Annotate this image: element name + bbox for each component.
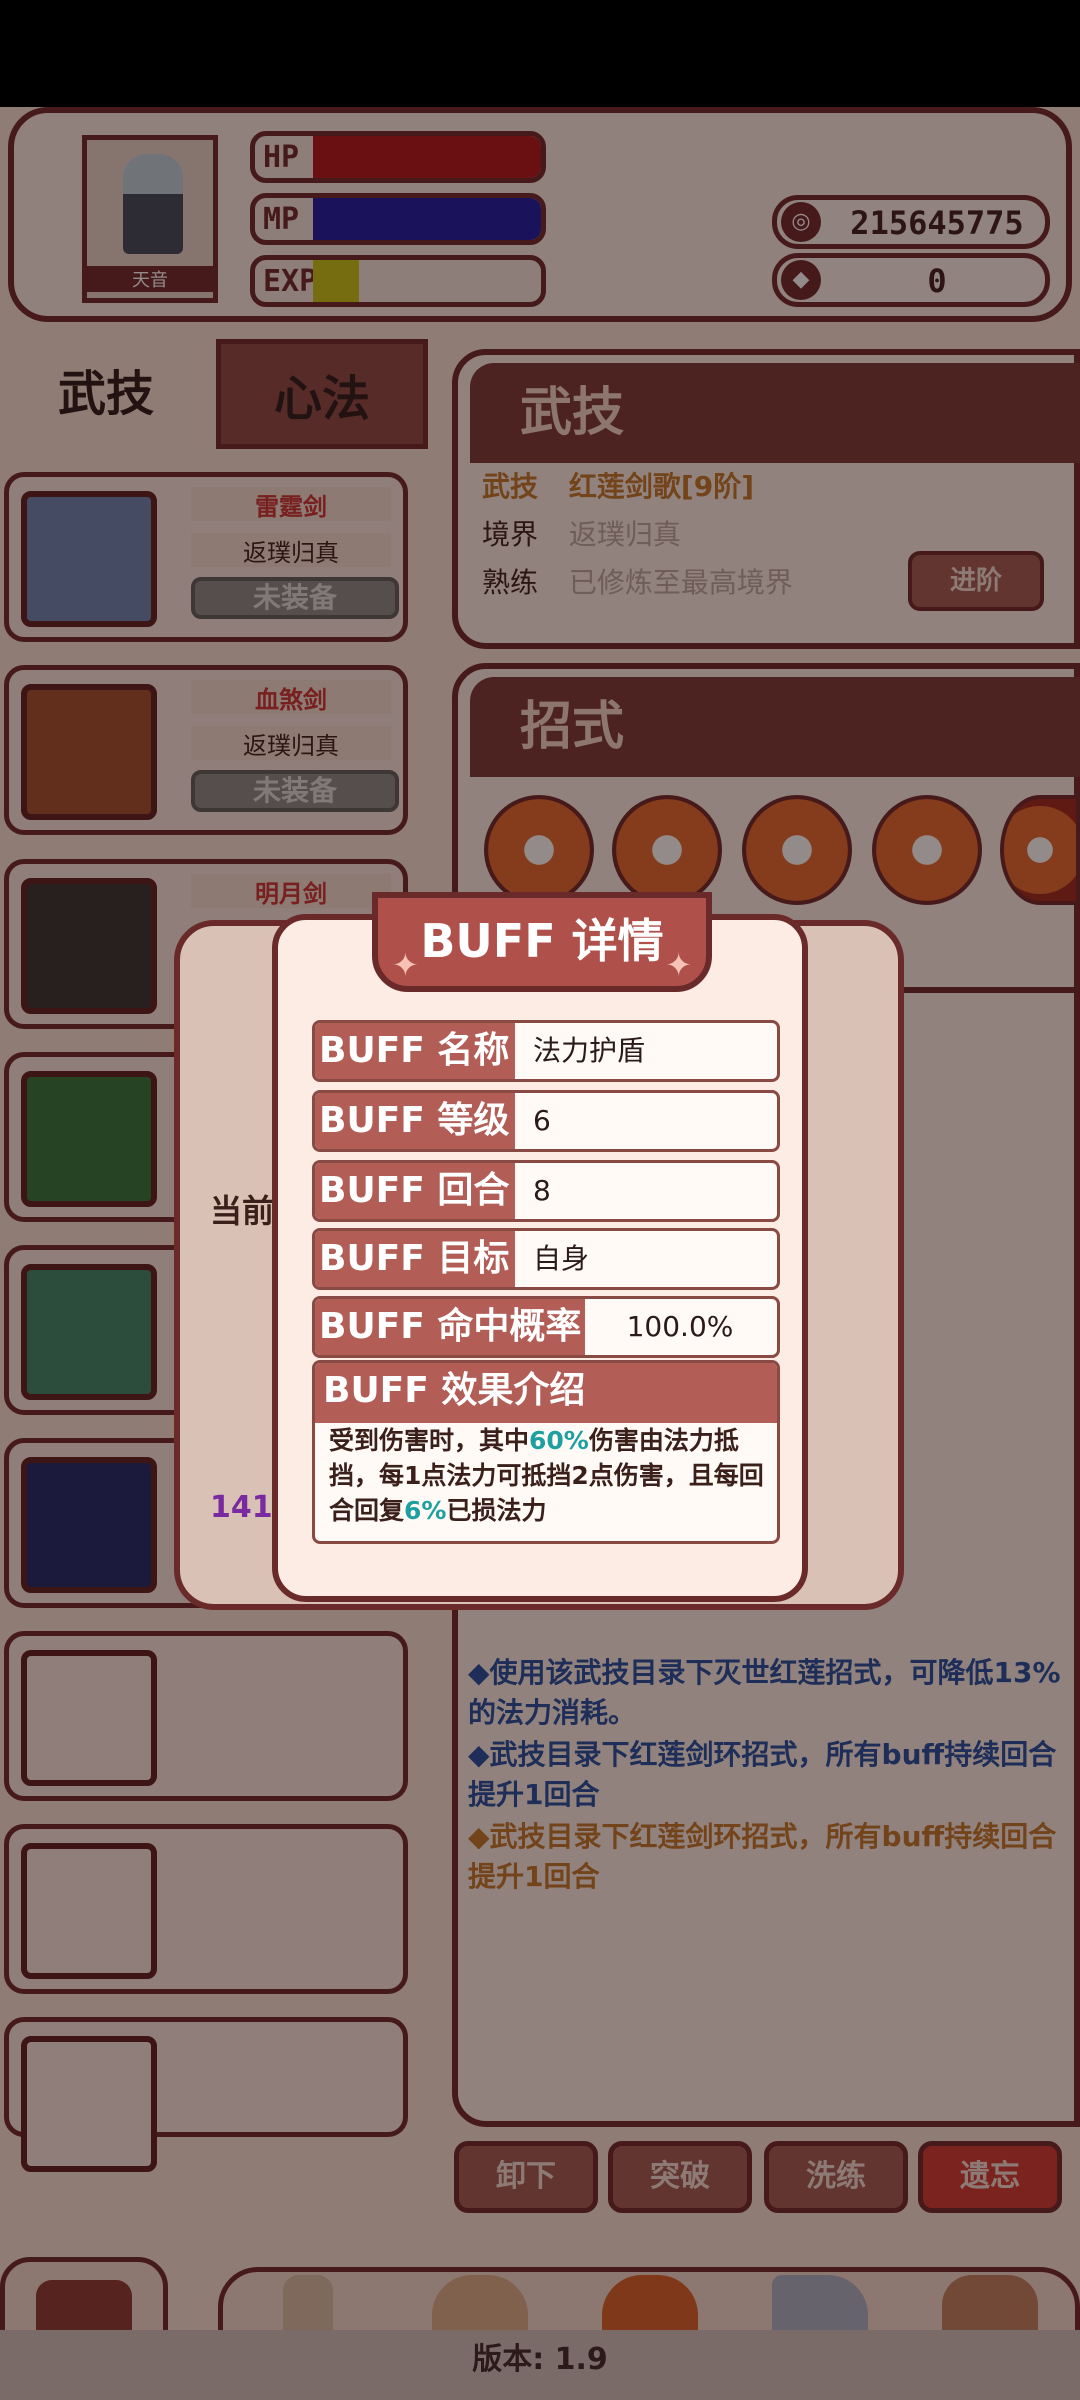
effect-part: 已损法力: [446, 1496, 547, 1525]
buff-turns-value: 8: [533, 1174, 551, 1207]
sparkle-icon: ✦: [665, 946, 692, 984]
buff-effect-box: BUFF 效果介绍 受到伤害时，其中60%伤害由法力抵挡，每1点法力可抵挡2点伤…: [312, 1360, 780, 1544]
buff-name-value: 法力护盾: [533, 1034, 646, 1067]
effect-highlight: 60%: [529, 1426, 589, 1455]
buff-effect-text: 受到伤害时，其中60%伤害由法力抵挡，每1点法力可抵挡2点伤害，且每回合回复6%…: [329, 1423, 775, 1528]
buff-target-value: 自身: [533, 1242, 590, 1275]
buff-level-label: BUFF 等级: [315, 1093, 515, 1149]
buff-title-text: BUFF 详情: [420, 914, 664, 968]
sparkle-icon: ✦: [392, 946, 419, 984]
buff-dialog-title: ✦ BUFF 详情 ✦: [372, 892, 712, 992]
buff-level-row: BUFF 等级 6: [312, 1090, 780, 1152]
buff-effect-label: BUFF 效果介绍: [315, 1363, 777, 1423]
buff-name-label: BUFF 名称: [315, 1023, 515, 1079]
buff-turns-row: BUFF 回合 8: [312, 1160, 780, 1222]
buff-hit-label: BUFF 命中概率: [315, 1299, 585, 1355]
buff-name-row: BUFF 名称 法力护盾: [312, 1020, 780, 1082]
buff-hit-row: BUFF 命中概率 100.0%: [312, 1296, 780, 1358]
effect-part: 受到伤害时，其中: [329, 1426, 530, 1455]
buff-dialog: ✦ BUFF 详情 ✦ BUFF 名称 法力护盾 BUFF 等级 6 BUFF …: [272, 892, 808, 1602]
buff-level-value: 6: [533, 1104, 551, 1137]
buff-target-row: BUFF 目标 自身: [312, 1228, 780, 1290]
effect-highlight: 6%: [404, 1496, 447, 1525]
buff-turns-label: BUFF 回合: [315, 1163, 515, 1219]
current-label: 当前: [210, 1192, 275, 1230]
buff-hit-value: 100.0%: [626, 1310, 734, 1343]
buff-target-label: BUFF 目标: [315, 1231, 515, 1287]
